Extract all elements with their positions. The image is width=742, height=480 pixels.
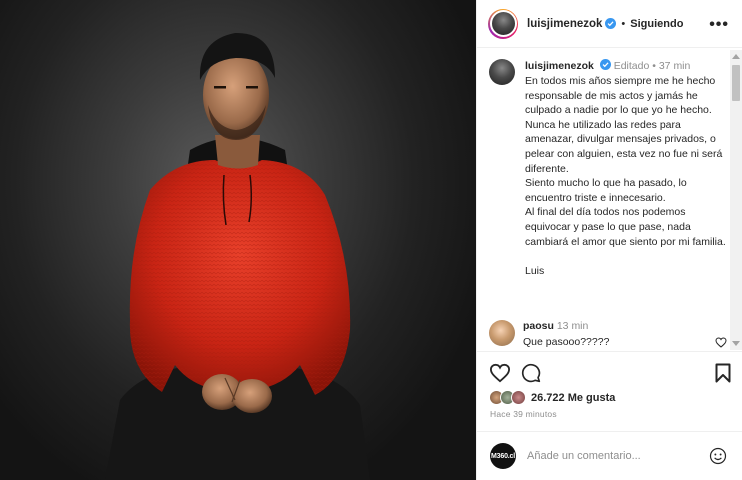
likes-summary[interactable]: 26.722 Me gusta <box>489 390 615 405</box>
comments-scrollbar[interactable] <box>730 50 742 350</box>
caption-username[interactable]: luisjimenezok <box>525 60 594 72</box>
more-options-icon[interactable]: ••• <box>709 16 729 34</box>
author-username[interactable]: luisjimenezok <box>527 18 602 30</box>
likes-count-text[interactable]: 26.722 Me gusta <box>531 392 615 404</box>
scroll-up-arrow-icon[interactable] <box>732 54 740 59</box>
author-avatar-story-ring[interactable] <box>488 8 518 39</box>
post-photo[interactable] <box>0 0 476 480</box>
bookmark-icon[interactable] <box>715 363 731 383</box>
liker-avatar <box>511 390 526 405</box>
likes-label: Me gusta <box>567 391 616 404</box>
comment-like-heart-icon[interactable] <box>715 337 727 348</box>
verified-badge-icon <box>599 59 611 70</box>
scrollbar-thumb[interactable] <box>732 65 740 101</box>
comment-item: paosu 13 min Que pasooo????? <box>489 320 727 349</box>
post-dialog: luisjimenezok • Siguiendo ••• luisjimene… <box>0 0 742 480</box>
commenter-username[interactable]: paosu <box>523 320 554 332</box>
separator-dot: • <box>652 60 659 72</box>
following-button[interactable]: Siguiendo <box>630 18 683 30</box>
comments-scroll-area[interactable]: luisjimenezok Editado • 37 min En todos … <box>477 49 742 351</box>
commenter-avatar[interactable] <box>489 320 515 346</box>
caption-age[interactable]: 37 min <box>659 60 691 72</box>
scroll-down-arrow-icon[interactable] <box>732 341 740 346</box>
separator-dot: • <box>621 17 626 30</box>
author-avatar[interactable] <box>489 10 517 37</box>
post-time-ago[interactable]: Hace 39 minutos <box>490 409 557 419</box>
likes-count: 26.722 <box>531 391 565 404</box>
post-actions: 26.722 Me gusta Hace 39 minutos <box>477 351 742 431</box>
edited-label: Editado <box>613 60 650 72</box>
comment-text: Que pasooo????? <box>523 336 610 348</box>
heart-icon[interactable] <box>489 363 511 383</box>
current-user-avatar[interactable]: M360.cl <box>490 443 516 469</box>
verified-badge-icon <box>605 18 617 29</box>
add-comment-bar: M360.cl Añade un comentario... <box>477 431 742 480</box>
post-caption: luisjimenezok Editado • 37 min En todos … <box>489 59 727 278</box>
comment-age: 13 min <box>556 320 589 332</box>
post-photo-illustration <box>105 32 370 480</box>
comment-bubble-icon[interactable] <box>521 363 541 383</box>
post-header: luisjimenezok • Siguiendo ••• <box>477 0 742 48</box>
post-side-panel: luisjimenezok • Siguiendo ••• luisjimene… <box>476 0 742 480</box>
smiley-icon[interactable] <box>709 447 727 465</box>
caption-text: En todos mis años siempre me he hecho re… <box>525 75 726 277</box>
caption-author-avatar[interactable] <box>489 59 515 85</box>
add-comment-input[interactable]: Añade un comentario... <box>527 450 641 462</box>
